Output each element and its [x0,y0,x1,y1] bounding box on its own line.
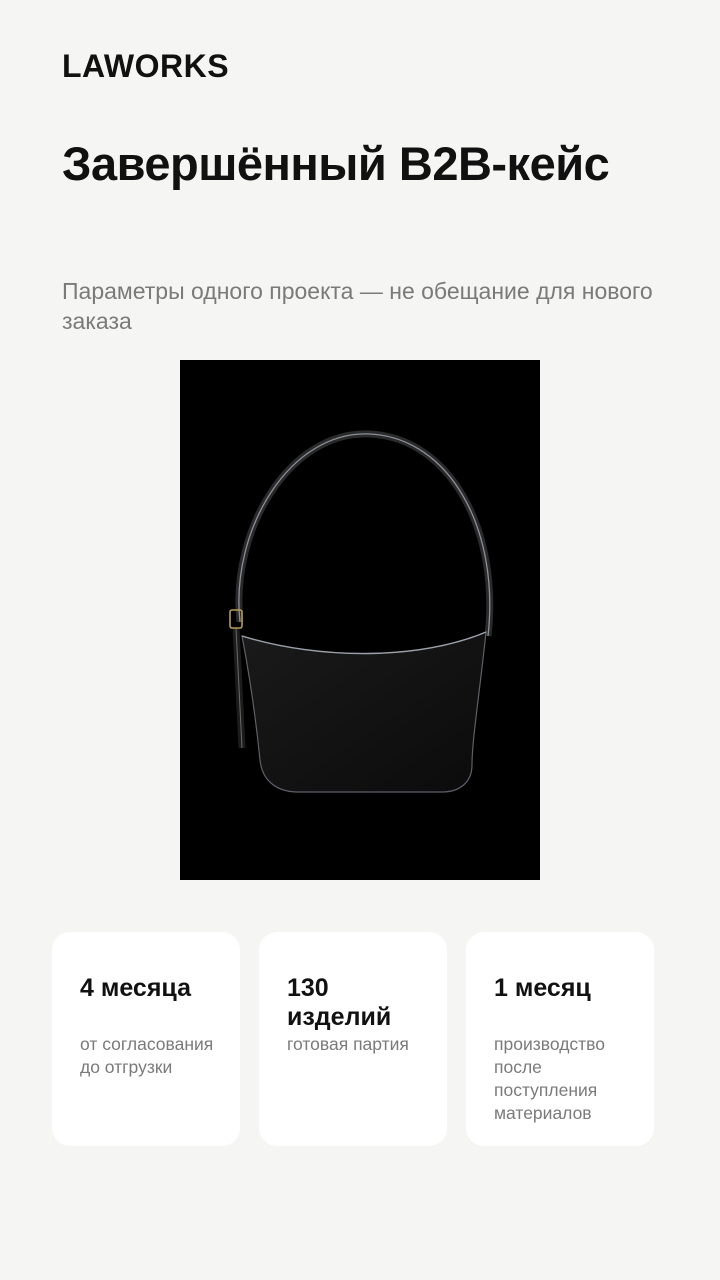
stat-description: производство после поступления материало… [494,1034,605,1123]
shoulder-bag-icon [229,430,494,793]
stat-value: 130 изделий [287,974,392,1031]
stat-description: от согласования до отгрузки [80,1034,214,1077]
brand-logo: LAWORKS [62,48,230,84]
stat-value: 1 месяц [494,974,591,1002]
stats-cards: 4 месяца от согласования до отгрузки 130… [52,932,654,1146]
stat-description: готовая партия [287,1034,409,1054]
stat-card-quantity: 130 изделий готовая партия [259,932,447,1146]
product-photo [180,360,540,880]
page-subtitle: Параметры одного проекта — не обещание д… [62,278,653,334]
stat-card-production: 1 месяц производство после поступления м… [466,932,654,1146]
stat-card-duration: 4 месяца от согласования до отгрузки [52,932,240,1146]
page-title: Завершённый B2B-кейс [62,137,610,190]
stat-value: 4 месяца [80,974,191,1002]
